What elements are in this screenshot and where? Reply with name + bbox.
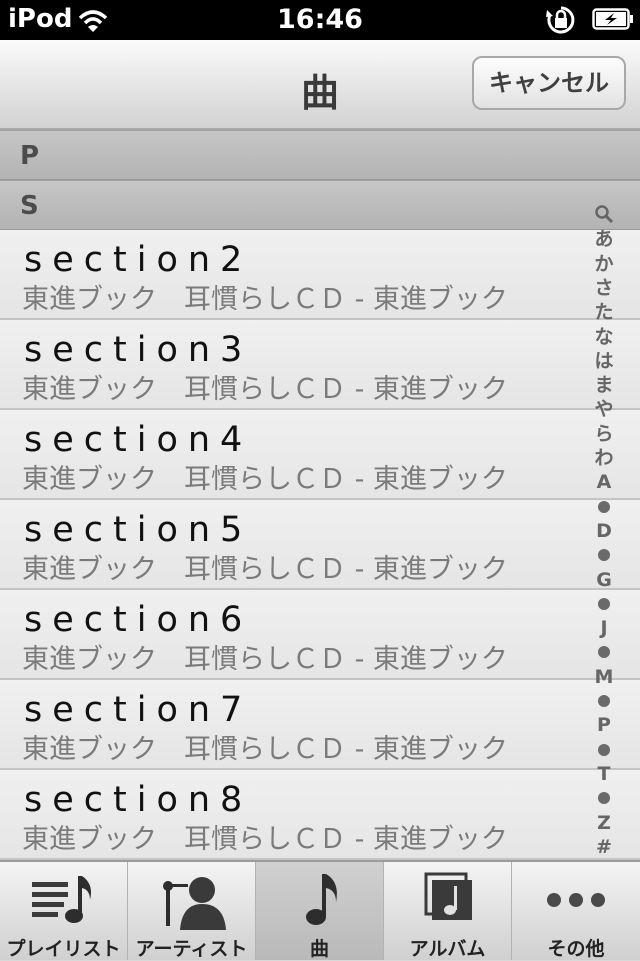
song-title: section6	[24, 600, 253, 640]
index-dot[interactable]	[598, 501, 610, 513]
index-letter[interactable]: た	[586, 301, 622, 323]
section-index[interactable]: あかさたなはまやらわ A D G J M P T Z #	[586, 204, 622, 858]
index-letter[interactable]: わ	[586, 447, 622, 469]
song-row[interactable]: section7 東進ブック 耳慣らしＣＤ - 東進ブック	[0, 680, 640, 770]
music-note-icon	[306, 874, 337, 925]
song-row[interactable]: section2 東進ブック 耳慣らしＣＤ - 東進ブック	[0, 230, 640, 320]
section-header-label: P	[20, 141, 40, 171]
tab-albums[interactable]: アルバム	[384, 862, 512, 960]
song-row[interactable]: section8 東進ブック 耳慣らしＣＤ - 東進ブック	[0, 770, 640, 860]
index-dot[interactable]	[598, 695, 610, 707]
battery-icon	[592, 8, 633, 30]
index-letter[interactable]: A	[586, 471, 622, 493]
song-title: section2	[24, 240, 253, 280]
section-header-label: S	[20, 191, 39, 221]
album-icon	[424, 872, 472, 920]
navigation-bar: 曲 キャンセル	[0, 40, 640, 130]
index-letter[interactable]: は	[586, 350, 622, 372]
index-letter[interactable]: な	[586, 326, 622, 348]
more-icon	[547, 893, 605, 907]
index-dot[interactable]	[598, 646, 610, 658]
tab-songs[interactable]: 曲	[256, 862, 384, 960]
index-letter[interactable]: ら	[586, 423, 622, 445]
tab-more[interactable]: その他	[512, 862, 640, 960]
status-bar: iPod 16:46	[0, 0, 640, 40]
tab-artists[interactable]: アーティスト	[128, 862, 256, 960]
clock: 16:46	[277, 4, 363, 35]
index-letter[interactable]: G	[586, 569, 622, 591]
song-row[interactable]: section4 東進ブック 耳慣らしＣＤ - 東進ブック	[0, 410, 640, 500]
index-letter[interactable]: D	[586, 520, 622, 542]
song-list[interactable]: section2 東進ブック 耳慣らしＣＤ - 東進ブック section3 東…	[0, 230, 640, 860]
index-letter[interactable]: #	[586, 836, 622, 858]
section-header-p: P	[0, 130, 640, 180]
song-subtitle: 東進ブック 耳慣らしＣＤ - 東進ブック	[22, 374, 508, 405]
index-letter[interactable]: M	[586, 666, 622, 688]
playlist-icon	[32, 876, 91, 923]
tab-label: その他	[547, 938, 605, 960]
song-subtitle: 東進ブック 耳慣らしＣＤ - 東進ブック	[22, 284, 508, 315]
index-letter[interactable]: か	[586, 253, 622, 275]
tab-label: プレイリスト	[6, 938, 121, 960]
index-letter[interactable]: P	[586, 714, 622, 736]
song-row[interactable]: section3 東進ブック 耳慣らしＣＤ - 東進ブック	[0, 320, 640, 410]
search-icon[interactable]	[594, 204, 614, 224]
song-subtitle: 東進ブック 耳慣らしＣＤ - 東進ブック	[22, 554, 508, 585]
song-title: section8	[24, 780, 253, 820]
tab-bar: プレイリスト アーティスト 曲 アルバム その他	[0, 860, 640, 960]
index-letter[interactable]: あ	[586, 228, 622, 250]
index-dot[interactable]	[598, 792, 610, 804]
index-dot[interactable]	[598, 549, 610, 561]
rotation-lock-icon	[546, 6, 575, 34]
tab-label: アーティスト	[135, 938, 248, 960]
index-dot[interactable]	[598, 598, 610, 610]
index-letter[interactable]: や	[586, 398, 622, 420]
index-letter[interactable]: T	[586, 763, 622, 785]
song-subtitle: 東進ブック 耳慣らしＣＤ - 東進ブック	[22, 464, 508, 495]
index-dot[interactable]	[598, 744, 610, 756]
song-title: section4	[24, 420, 253, 460]
tab-label: 曲	[309, 938, 329, 960]
index-letter[interactable]: さ	[586, 277, 622, 299]
song-title: section7	[24, 690, 253, 730]
index-letter[interactable]: J	[586, 617, 622, 639]
song-title: section5	[24, 510, 253, 550]
index-letter[interactable]: Z	[586, 812, 622, 834]
artist-icon	[163, 877, 226, 930]
song-row[interactable]: section5 東進ブック 耳慣らしＣＤ - 東進ブック	[0, 500, 640, 590]
tab-label: アルバム	[409, 938, 486, 960]
song-title: section3	[24, 330, 253, 370]
section-header-s: S	[0, 180, 640, 230]
song-subtitle: 東進ブック 耳慣らしＣＤ - 東進ブック	[22, 734, 508, 765]
song-subtitle: 東進ブック 耳慣らしＣＤ - 東進ブック	[22, 644, 508, 675]
song-row[interactable]: section6 東進ブック 耳慣らしＣＤ - 東進ブック	[0, 590, 640, 680]
cancel-button[interactable]: キャンセル	[472, 56, 626, 110]
tab-playlists[interactable]: プレイリスト	[0, 862, 128, 960]
index-letter[interactable]: ま	[586, 374, 622, 396]
song-subtitle: 東進ブック 耳慣らしＣＤ - 東進ブック	[22, 824, 508, 855]
